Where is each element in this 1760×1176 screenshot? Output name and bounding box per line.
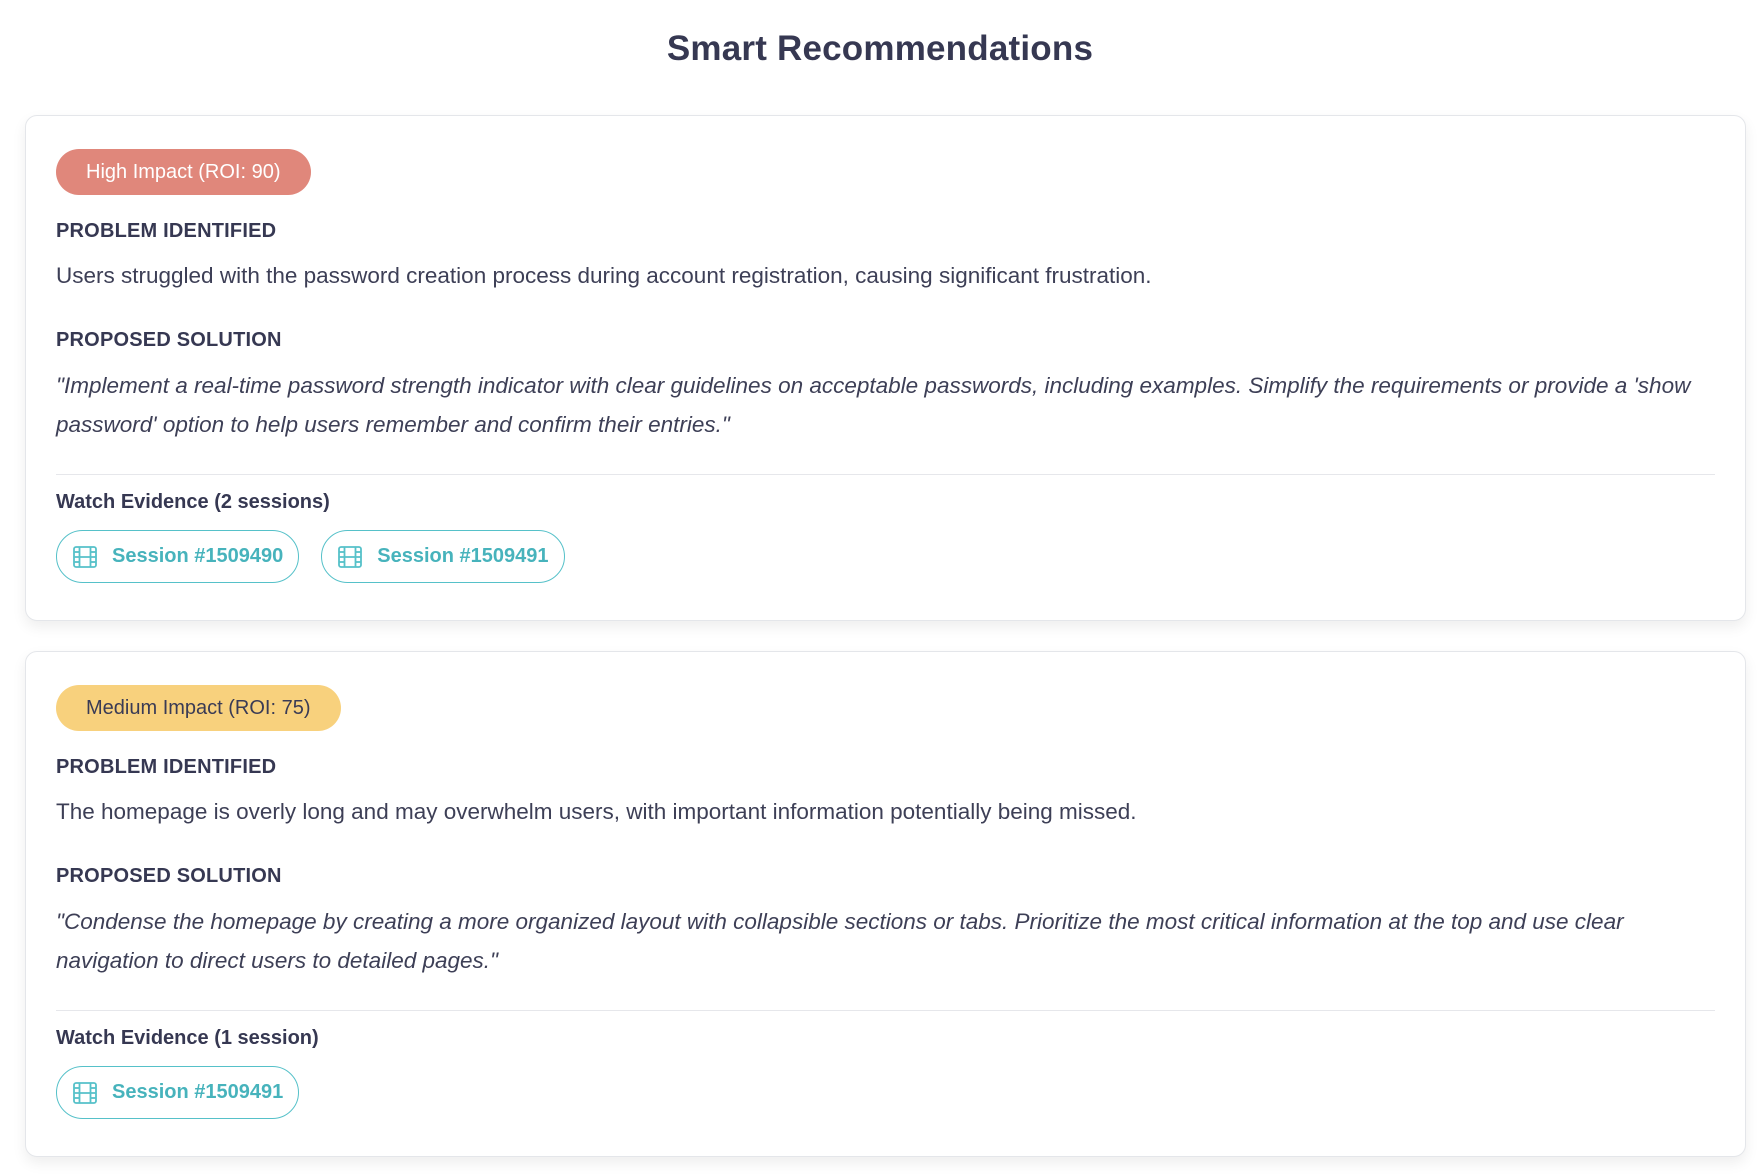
- problem-text: Users struggled with the password creati…: [56, 263, 1152, 288]
- impact-badge: Medium Impact (ROI: 75): [56, 685, 341, 731]
- solution-label: PROPOSED SOLUTION: [56, 865, 282, 887]
- impact-badge: High Impact (ROI: 90): [56, 149, 311, 195]
- session-button[interactable]: Session #1509490: [56, 530, 300, 583]
- session-button[interactable]: Session #1509491: [56, 1066, 300, 1119]
- film-icon: [72, 1081, 98, 1105]
- solution-label: PROPOSED SOLUTION: [56, 329, 282, 351]
- divider: [56, 1010, 1715, 1011]
- evidence-label: Watch Evidence (1 session): [56, 1027, 319, 1049]
- problem-label: PROBLEM IDENTIFIED: [56, 220, 277, 242]
- page-title: Smart Recommendations: [666, 29, 1094, 68]
- solution-text: "Condense the homepage by creating a mor…: [56, 909, 1624, 973]
- problem-label: PROBLEM IDENTIFIED: [56, 756, 277, 778]
- solution-text: "Implement a real-time password strength…: [56, 373, 1691, 437]
- session-label: Session #1509490: [112, 545, 284, 567]
- film-icon: [72, 545, 98, 569]
- recommendation-card: Medium Impact (ROI: 75) PROBLEM IDENTIFI…: [25, 651, 1746, 1157]
- problem-text: The homepage is overly long and may over…: [56, 799, 1137, 824]
- session-list: Session #1509490 Session #1509491: [56, 530, 1715, 583]
- film-icon: [337, 545, 363, 569]
- session-button[interactable]: Session #1509491: [321, 530, 565, 583]
- session-label: Session #1509491: [377, 545, 549, 567]
- evidence-label: Watch Evidence (2 sessions): [56, 491, 330, 513]
- divider: [56, 474, 1715, 475]
- session-label: Session #1509491: [112, 1081, 284, 1103]
- session-list: Session #1509491: [56, 1066, 1715, 1119]
- recommendation-card: High Impact (ROI: 90) PROBLEM IDENTIFIED…: [25, 115, 1746, 621]
